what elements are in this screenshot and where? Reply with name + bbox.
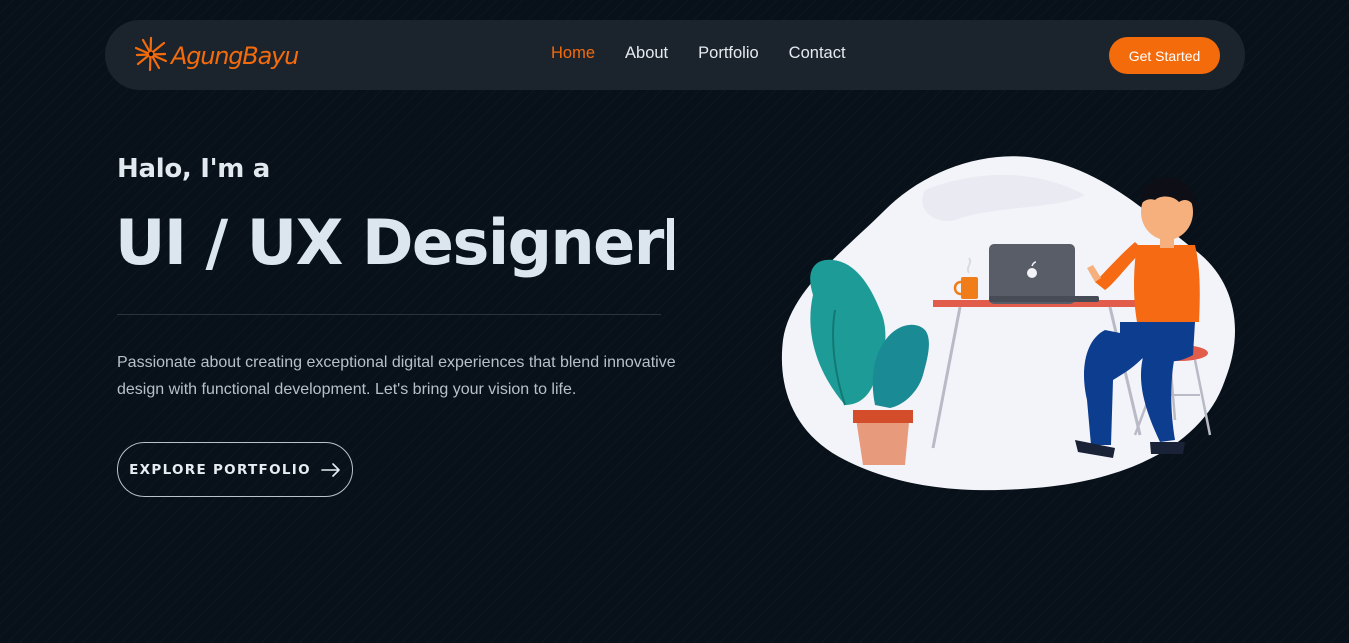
nav-link-portfolio[interactable]: Portfolio <box>698 44 759 63</box>
brand-logo[interactable]: AgungBayu <box>133 35 299 77</box>
hero-greeting: Halo, I'm a <box>117 154 271 184</box>
starburst-logo-icon <box>133 35 169 77</box>
hero-description: Passionate about creating exceptional di… <box>117 354 676 398</box>
arrow-right-icon <box>321 462 341 477</box>
nav-link-about[interactable]: About <box>625 44 668 63</box>
hero-divider <box>117 314 661 315</box>
typing-cursor <box>666 218 674 270</box>
get-started-button[interactable]: Get Started <box>1109 37 1220 74</box>
brand-name: AgungBayu <box>171 42 299 70</box>
nav-link-contact[interactable]: Contact <box>789 44 846 63</box>
nav-link-home[interactable]: Home <box>551 44 595 63</box>
explore-portfolio-label: EXPLORE PORTFOLIO <box>129 461 311 478</box>
navbar: AgungBayu Home About Portfolio Contact G… <box>105 20 1245 90</box>
explore-portfolio-button[interactable]: EXPLORE PORTFOLIO <box>117 442 353 497</box>
hero-role-text: UI / UX Designer <box>115 206 664 279</box>
hero-role-title: UI / UX Designer <box>115 206 674 279</box>
main-nav: Home About Portfolio Contact <box>551 44 876 63</box>
designer-at-desk-illustration <box>775 150 1245 495</box>
